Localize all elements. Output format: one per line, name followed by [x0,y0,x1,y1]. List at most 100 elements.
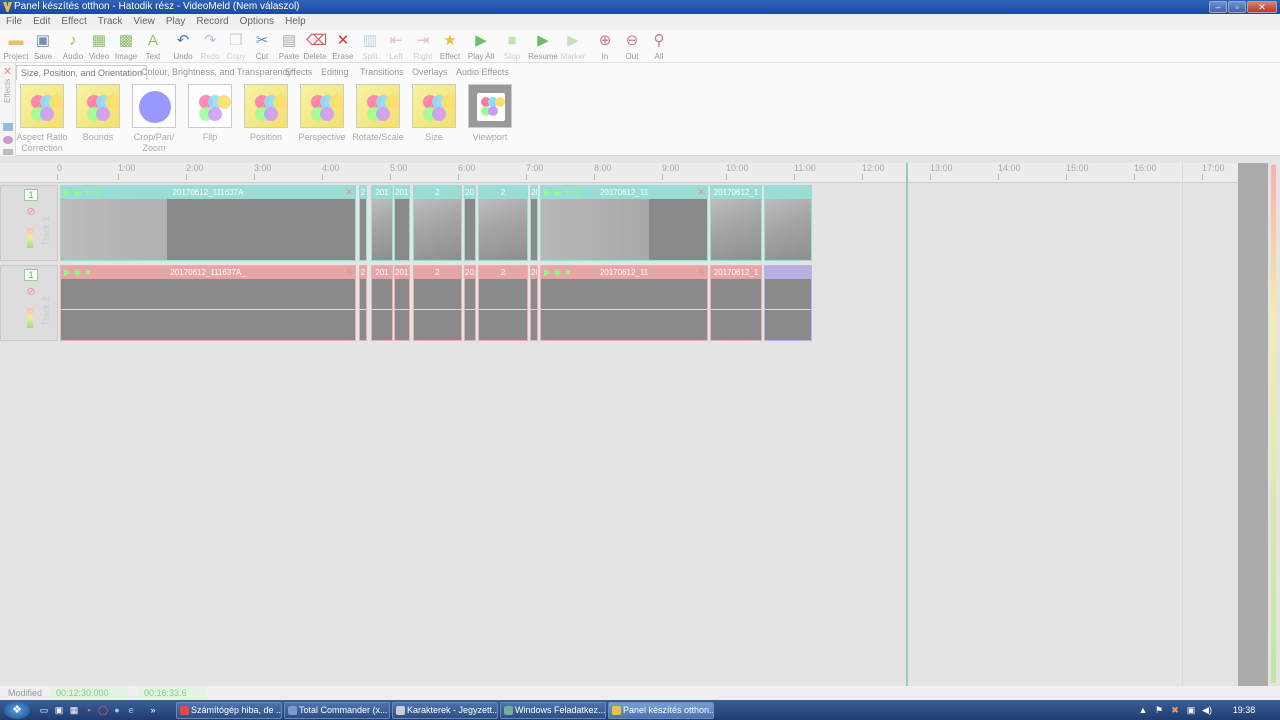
video-clip[interactable]: 201 [371,185,393,261]
video-clip[interactable]: 2 [359,185,367,261]
video-clip[interactable]: 20170612_1 [394,185,410,261]
maximize-button[interactable]: ▫ [1228,1,1246,13]
tray-volume-icon[interactable]: ◀) [1202,704,1212,716]
clip-remove-icon[interactable]: ✕ [345,186,353,199]
audio-clip[interactable]: 20170612_1 [394,265,410,341]
minimize-button[interactable]: – [1209,1,1227,13]
tray-network-error-icon[interactable]: ✖ [1170,704,1180,716]
show-desktop-icon[interactable]: ▭ [38,704,50,716]
explorer-icon[interactable]: ▣ [53,704,65,716]
effect-size[interactable]: Size [406,84,462,143]
clip-remove-icon[interactable]: ✕ [697,266,705,279]
effect-crop-pan-zoom[interactable]: Crop/Pan/ Zoom [126,84,182,154]
tab-size-position[interactable]: Size, Position, and Orientation [16,65,148,80]
effect-viewport[interactable]: Viewport [462,84,518,143]
effects-view-icon[interactable] [3,123,13,131]
tab-colour-brightness[interactable]: Colour, Brightness, and Transparency [137,65,296,80]
clip-remove-icon[interactable]: ✕ [697,186,705,199]
track-1-number[interactable]: 1 [24,189,38,201]
toolbar-stop-button[interactable]: ■ Stop [499,32,525,62]
taskbar-button[interactable]: Számítógép hiba, de ... [176,702,282,719]
tab-overlays[interactable]: Overlays [408,65,452,80]
toolbar-resume-button[interactable]: ▶ Resume [528,32,558,62]
audio-clip[interactable]: 20170612_111637A_ [530,265,538,341]
audio-clip[interactable]: 20170612_11 ▶ ◉ ★ ✕ [540,265,708,341]
audio-clip[interactable]: 20170612_1 [710,265,762,341]
effects-list-icon[interactable] [3,149,13,155]
opera-icon[interactable]: ◯ [97,704,109,716]
taskbar-button[interactable]: Total Commander (x... [284,702,390,719]
taskbar-button[interactable]: Karakterek - Jegyzett... [392,702,498,719]
menu-play[interactable]: Play [160,14,190,30]
chrome-icon[interactable]: ● [111,704,123,716]
video-clip[interactable]: 20170612_111637A [530,185,538,261]
app-quicklaunch-icon[interactable]: ▪ [83,704,95,716]
menu-edit[interactable]: Edit [27,14,55,30]
effect-perspective[interactable]: Perspective [294,84,350,143]
video-clip[interactable]: 20170612_11 ▶ ◉ ★ ⚲ ✕ [540,185,708,261]
menu-file[interactable]: File [0,14,27,30]
audio-clip[interactable]: 20170612_1 [464,265,476,341]
menu-view[interactable]: View [127,14,160,30]
audio-clip[interactable]: 201 [371,265,393,341]
taskbar-button[interactable]: Windows Feladatkez... [500,702,606,719]
effect-bounds[interactable]: Bounds [70,84,126,143]
toolbar-save-button[interactable]: ▣ Save [30,32,56,62]
clip-controls-icons[interactable]: ▶ ◉ ★ [64,266,92,279]
toolbar-all-button[interactable]: ⚲ All [646,32,672,62]
effect-position[interactable]: Position [238,84,294,143]
video-clip[interactable]: 2 [478,185,528,261]
menu-options[interactable]: Options [234,14,279,30]
toolbar-text-button[interactable]: A Text [140,32,166,62]
video-clip[interactable]: 20170612_1 [464,185,476,261]
master-volume-meter[interactable] [1271,165,1276,683]
effect-aspect-ratio-correction[interactable]: Aspect Ratio Correction [14,84,70,154]
playhead[interactable] [906,163,908,686]
track-1-header[interactable]: 1 ⊘ Track 1 [0,185,58,261]
track-2-number[interactable]: 1 [24,269,38,281]
effects-color-icon[interactable] [3,136,13,144]
audio-clip[interactable]: 2 [478,265,528,341]
ie-icon[interactable]: e [125,704,137,716]
toolbar-marker-button[interactable]: ▶ Marker [560,32,586,62]
clip-controls-icons[interactable]: ▶ ◉ ★ ⚲ [544,186,581,199]
video-clip[interactable]: 20170612_1 [710,185,762,261]
video-clip[interactable] [764,185,812,261]
toolbar-effect-button[interactable]: ★ Effect [437,32,463,62]
vertical-scrollbar[interactable] [1238,163,1268,686]
calculator-icon[interactable]: ▦ [68,704,80,716]
taskbar-clock[interactable]: 19:38 [1226,700,1262,720]
close-effects-icon[interactable]: ✕ [0,65,15,78]
taskbar-button[interactable]: Panel készítés otthon... [608,702,714,719]
audio-clip[interactable] [764,265,812,341]
effect-flip[interactable]: Flip [182,84,238,143]
menu-effect[interactable]: Effect [55,14,91,30]
menu-help[interactable]: Help [279,14,311,30]
clip-controls-icons[interactable]: ▶ ◉ ★ ⚲ [64,186,101,199]
tray-flag-icon[interactable]: ⚑ [1154,704,1164,716]
menu-track[interactable]: Track [92,14,128,30]
toolbar-play-all-button[interactable]: ▶ Play All [468,32,494,62]
audio-clip[interactable]: 20170612_111637A_ ▶ ◉ ★ ✕ [60,265,356,341]
tab-transitions[interactable]: Transitions [356,65,408,80]
tab-effects[interactable]: Effects [281,65,316,80]
video-clip[interactable]: 20170612_111637A ▶ ◉ ★ ⚲ ✕ [60,185,356,261]
effect-rotate-scale[interactable]: Rotate/Scale [350,84,406,143]
clip-controls-icons[interactable]: ▶ ◉ ★ [544,266,572,279]
menu-record[interactable]: Record [190,14,233,30]
audio-clip[interactable]: 2 [413,265,462,341]
start-button[interactable]: ❖ [4,701,30,719]
audio-clip[interactable]: 2 [359,265,367,341]
tray-expand-icon[interactable]: ▲ [1138,704,1148,716]
tray-display-icon[interactable]: ▣ [1186,704,1196,716]
track-1-mute-icon[interactable]: ⊘ [25,206,37,218]
track-2-mute-icon[interactable]: ⊘ [25,286,37,298]
tab-editing[interactable]: Editing [317,65,353,80]
video-clip[interactable]: 2 [413,185,462,261]
clip-remove-icon[interactable]: ✕ [345,266,353,279]
close-button[interactable]: ✕ [1247,1,1277,13]
time-ruler[interactable]: 0 1:00 2:00 3:00 4:00 5:00 6:00 7:00 8:00 9:00 10:… [0,163,1238,183]
track-2-header[interactable]: 1 ⊘ Track 2 [0,265,58,341]
tab-audio-effects[interactable]: Audio Effects [452,65,513,80]
quicklaunch-more-icon[interactable]: » [147,704,159,716]
